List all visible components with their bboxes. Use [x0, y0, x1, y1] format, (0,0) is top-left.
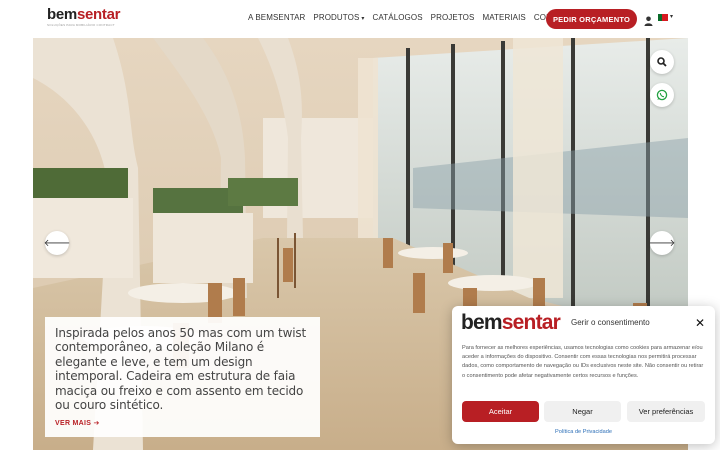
nav-item-projetos[interactable]: PROJETOS — [431, 13, 475, 22]
close-icon[interactable]: ✕ — [695, 316, 705, 330]
hero-caption-text: Inspirada pelos anos 50 mas com um twist… — [55, 326, 307, 413]
main-nav: A BEMSENTAR PRODUTOS ▾ CATÁLOGOS PROJETOS… — [248, 13, 592, 22]
accept-button[interactable]: Aceitar — [462, 401, 539, 422]
user-icon[interactable] — [644, 13, 653, 26]
slider-next-button[interactable]: 🡒 — [648, 231, 676, 255]
request-quote-button[interactable]: PEDIR ORÇAMENTO — [546, 9, 637, 29]
nav-item-catalogos[interactable]: CATÁLOGOS — [373, 13, 423, 22]
logo-wordmark: bemsentar — [47, 6, 121, 23]
chevron-down-icon[interactable]: ▾ — [670, 13, 673, 20]
see-more-link[interactable]: VER MAIS ➔ — [55, 419, 100, 427]
privacy-policy-link[interactable]: Política de Privacidade — [452, 429, 715, 435]
arrow-left-icon: 🡐 — [43, 238, 71, 249]
arrow-right-icon: 🡒 — [648, 238, 676, 249]
arrow-right-icon: ➔ — [93, 420, 100, 427]
hero-caption-card: Inspirada pelos anos 50 mas com um twist… — [45, 317, 320, 437]
slider-prev-button[interactable]: 🡐 — [43, 231, 71, 255]
whatsapp-icon — [656, 89, 668, 101]
nav-item-a-bemsentar[interactable]: A BEMSENTAR — [248, 13, 305, 22]
logo[interactable]: bemsentar SOLUÇÕES PARA MOBILIÁRIO CONTR… — [47, 6, 121, 27]
search-button[interactable] — [650, 50, 674, 74]
consent-body: Para fornecer as melhores experiências, … — [462, 345, 704, 379]
portugal-flag-icon[interactable] — [658, 14, 668, 21]
nav-item-produtos[interactable]: PRODUTOS ▾ — [313, 13, 364, 22]
logo-tagline: SOLUÇÕES PARA MOBILIÁRIO CONTRACT — [47, 23, 115, 27]
consent-logo: bemsentar — [461, 311, 561, 334]
cookie-consent-dialog: bemsentar Gerir o consentimento ✕ Para f… — [452, 306, 715, 444]
consent-title: Gerir o consentimento — [571, 318, 650, 327]
site-header: bemsentar SOLUÇÕES PARA MOBILIÁRIO CONTR… — [0, 0, 720, 38]
view-preferences-button[interactable]: Ver preferências — [627, 401, 705, 422]
deny-button[interactable]: Negar — [544, 401, 621, 422]
nav-item-materiais[interactable]: MATERIAIS — [482, 13, 525, 22]
chevron-down-icon: ▾ — [361, 16, 365, 22]
search-icon — [657, 57, 667, 67]
whatsapp-button[interactable] — [650, 83, 674, 107]
